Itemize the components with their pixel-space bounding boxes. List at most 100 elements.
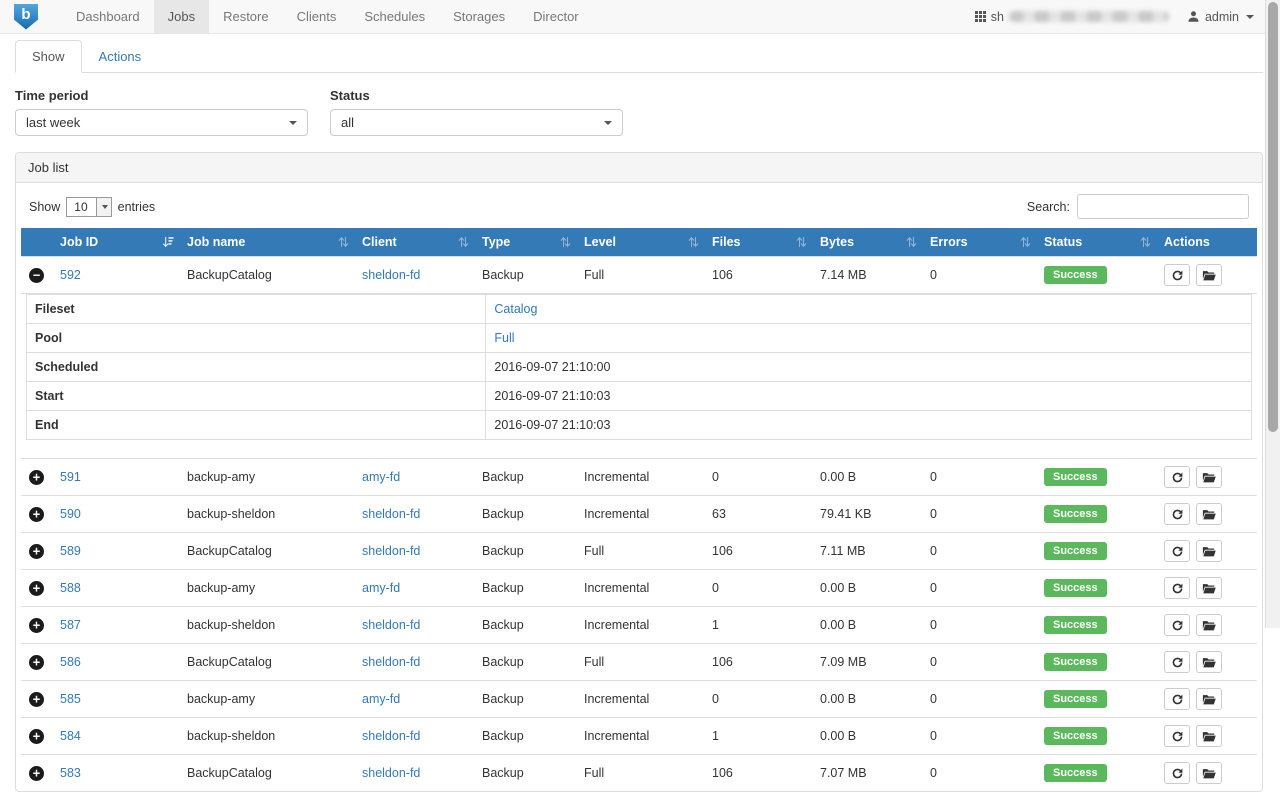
- job-id-link[interactable]: 583: [60, 766, 81, 780]
- pool-link[interactable]: Full: [494, 331, 514, 345]
- client-link[interactable]: sheldon-fd: [362, 544, 420, 558]
- level-text: Incremental: [584, 507, 649, 521]
- column-header-client[interactable]: Client: [354, 228, 474, 257]
- job-log-button[interactable]: [1196, 577, 1222, 599]
- level-text: Full: [584, 268, 604, 282]
- job-log-button[interactable]: [1196, 614, 1222, 636]
- client-link[interactable]: sheldon-fd: [362, 507, 420, 521]
- time-period-select[interactable]: last week: [15, 109, 308, 136]
- navbar-item-storages[interactable]: Storages: [439, 0, 519, 33]
- detail-label-fileset: Fileset: [27, 295, 486, 324]
- detail-label-pool: Pool: [27, 324, 486, 353]
- navbar-item-jobs[interactable]: Jobs: [154, 0, 209, 33]
- client-link[interactable]: sheldon-fd: [362, 618, 420, 632]
- rerun-icon: [1171, 656, 1184, 669]
- errors-text: 0: [930, 766, 937, 780]
- table-row: + 589 BackupCatalog sheldon-fd Backup Fu…: [21, 533, 1257, 570]
- sort-icon: [1020, 236, 1031, 248]
- expand-row-icon[interactable]: +: [29, 655, 44, 670]
- job-id-link[interactable]: 589: [60, 544, 81, 558]
- column-header-bytes[interactable]: Bytes: [812, 228, 922, 257]
- job-log-button[interactable]: [1196, 503, 1222, 525]
- errors-text: 0: [930, 507, 937, 521]
- job-id-link[interactable]: 585: [60, 692, 81, 706]
- client-link[interactable]: amy-fd: [362, 692, 400, 706]
- bytes-text: 7.09 MB: [820, 655, 867, 669]
- user-menu[interactable]: admin: [1187, 10, 1254, 24]
- expand-row-icon[interactable]: +: [29, 692, 44, 707]
- expand-row-icon[interactable]: +: [29, 544, 44, 559]
- job-id-link[interactable]: 587: [60, 618, 81, 632]
- navbar-item-dashboard[interactable]: Dashboard: [62, 0, 154, 33]
- files-text: 106: [712, 544, 733, 558]
- tab-show[interactable]: Show: [15, 40, 82, 73]
- page-scrollbar[interactable]: [1265, 0, 1280, 628]
- column-header-level[interactable]: Level: [576, 228, 704, 257]
- job-log-button[interactable]: [1196, 762, 1222, 784]
- job-log-button[interactable]: [1196, 651, 1222, 673]
- rerun-job-button[interactable]: [1164, 264, 1190, 286]
- status-select[interactable]: all: [330, 109, 623, 136]
- rerun-job-button[interactable]: [1164, 503, 1190, 525]
- scrollbar-thumb[interactable]: [1268, 2, 1278, 432]
- fileset-link[interactable]: Catalog: [494, 302, 537, 316]
- errors-text: 0: [930, 729, 937, 743]
- rerun-job-button[interactable]: [1164, 762, 1190, 784]
- rerun-job-button[interactable]: [1164, 577, 1190, 599]
- client-link[interactable]: amy-fd: [362, 470, 400, 484]
- job-log-button[interactable]: [1196, 688, 1222, 710]
- job-log-button[interactable]: [1196, 725, 1222, 747]
- errors-text: 0: [930, 692, 937, 706]
- job-id-link[interactable]: 591: [60, 470, 81, 484]
- column-header-job-name[interactable]: Job name: [179, 228, 354, 257]
- client-link[interactable]: sheldon-fd: [362, 655, 420, 669]
- search-input[interactable]: [1077, 194, 1249, 219]
- client-link[interactable]: sheldon-fd: [362, 729, 420, 743]
- page-size-select[interactable]: 10: [66, 197, 111, 217]
- expand-row-icon[interactable]: +: [29, 618, 44, 633]
- expand-row-icon[interactable]: −: [29, 268, 44, 283]
- rerun-job-button[interactable]: [1164, 651, 1190, 673]
- client-link[interactable]: sheldon-fd: [362, 268, 420, 282]
- rerun-job-button[interactable]: [1164, 466, 1190, 488]
- column-header-files[interactable]: Files: [704, 228, 812, 257]
- tab-actions[interactable]: Actions: [82, 40, 159, 73]
- column-header-actions: Actions: [1156, 228, 1257, 257]
- rerun-job-button[interactable]: [1164, 540, 1190, 562]
- navbar-item-schedules[interactable]: Schedules: [350, 0, 439, 33]
- rerun-job-button[interactable]: [1164, 725, 1190, 747]
- expand-row-icon[interactable]: +: [29, 729, 44, 744]
- navbar-item-clients[interactable]: Clients: [283, 0, 351, 33]
- job-id-link[interactable]: 592: [60, 268, 81, 282]
- job-id-link[interactable]: 588: [60, 581, 81, 595]
- job-id-link[interactable]: 584: [60, 729, 81, 743]
- job-id-link[interactable]: 586: [60, 655, 81, 669]
- job-detail-table: Fileset Catalog Pool Full Scheduled 2016…: [26, 294, 1252, 440]
- column-header-status[interactable]: Status: [1036, 228, 1156, 257]
- director-host-selector[interactable]: sh: [975, 10, 1169, 24]
- job-log-button[interactable]: [1196, 466, 1222, 488]
- job-log-button[interactable]: [1196, 264, 1222, 286]
- detail-label-start: Start: [27, 382, 486, 411]
- column-header-job-id[interactable]: Job ID: [52, 228, 179, 257]
- client-link[interactable]: amy-fd: [362, 581, 400, 595]
- navbar-item-director[interactable]: Director: [519, 0, 593, 33]
- rerun-icon: [1171, 730, 1184, 743]
- rerun-job-button[interactable]: [1164, 688, 1190, 710]
- client-link[interactable]: sheldon-fd: [362, 766, 420, 780]
- job-id-link[interactable]: 590: [60, 507, 81, 521]
- column-header-type[interactable]: Type: [474, 228, 576, 257]
- expand-row-icon[interactable]: +: [29, 507, 44, 522]
- status-badge: Success: [1044, 505, 1107, 523]
- rerun-job-button[interactable]: [1164, 614, 1190, 636]
- column-header-errors[interactable]: Errors: [922, 228, 1036, 257]
- expand-row-icon[interactable]: +: [29, 581, 44, 596]
- job-log-button[interactable]: [1196, 540, 1222, 562]
- expand-row-icon[interactable]: +: [29, 470, 44, 485]
- expand-row-icon[interactable]: +: [29, 766, 44, 781]
- files-text: 106: [712, 766, 733, 780]
- navbar-item-restore[interactable]: Restore: [209, 0, 283, 33]
- job-name-text: backup-sheldon: [187, 618, 275, 632]
- folder-open-icon: [1202, 471, 1216, 484]
- brand-logo[interactable]: b: [14, 0, 38, 33]
